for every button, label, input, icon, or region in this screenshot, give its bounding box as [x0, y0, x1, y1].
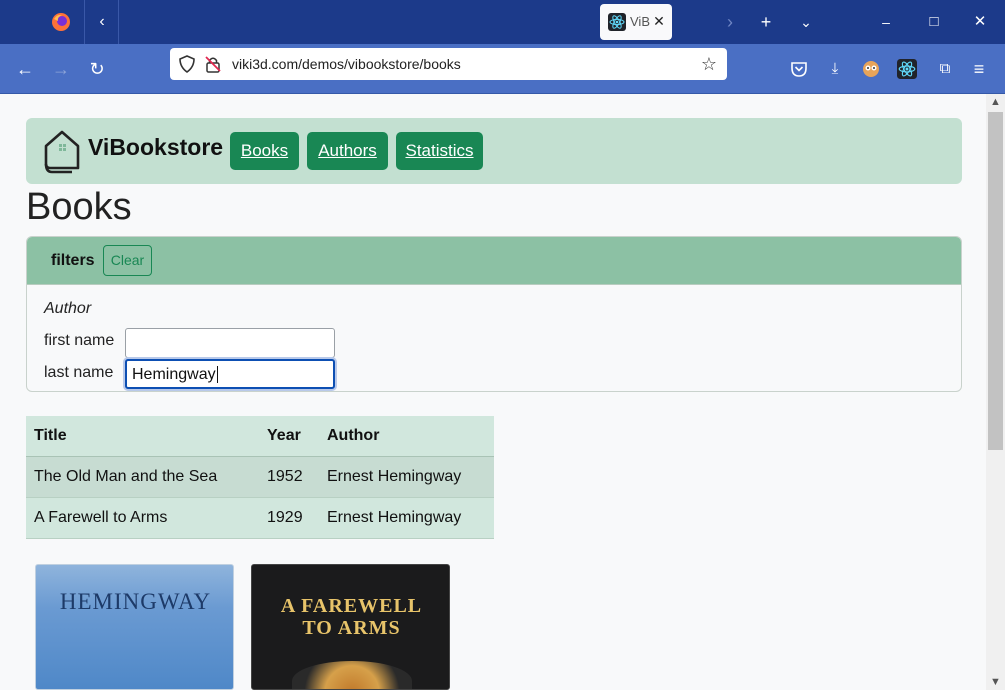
bookstore-logo-icon[interactable]: [42, 128, 82, 174]
react-devtools-icon[interactable]: [894, 56, 920, 82]
column-header-title[interactable]: Title: [26, 416, 259, 457]
last-name-input[interactable]: Hemingway: [125, 359, 335, 389]
react-icon: [608, 13, 626, 31]
cover-title-text: TO ARMS: [302, 617, 401, 639]
scroll-down-arrow-icon[interactable]: ▼: [986, 674, 1005, 690]
book-author-cell: Ernest Hemingway: [319, 497, 494, 539]
column-header-year[interactable]: Year: [259, 416, 319, 457]
arrow-right-icon[interactable]: →: [48, 56, 74, 82]
titlebar-divider: [84, 0, 85, 44]
vertical-scrollbar[interactable]: ▲ ▼: [986, 94, 1005, 690]
book-title-cell: The Old Man and the Sea: [26, 456, 259, 498]
nav-authors-link[interactable]: Authors: [307, 132, 388, 170]
shield-icon[interactable]: [178, 55, 196, 73]
scrollbar-thumb[interactable]: [988, 112, 1003, 450]
book-cover-image[interactable]: HEMINGWAY: [35, 564, 234, 690]
chevron-right-icon[interactable]: ›: [718, 10, 742, 34]
menu-icon[interactable]: ≡: [966, 56, 992, 82]
clear-filters-button[interactable]: Clear: [103, 245, 152, 276]
book-cover-image[interactable]: A FAREWELL TO ARMS: [251, 564, 450, 690]
table-header-row: Title Year Author: [26, 416, 494, 457]
table-row[interactable]: A Farewell to Arms 1929 Ernest Hemingway: [26, 497, 494, 539]
maximize-button[interactable]: □: [922, 10, 946, 34]
browser-navbar: ← → ↻ viki3d.com/demos/vibookstore/books…: [0, 44, 1005, 94]
cover-title-text: A FAREWELL: [280, 595, 423, 617]
nav-statistics-link[interactable]: Statistics: [396, 132, 483, 170]
chevron-down-icon[interactable]: ⌄: [794, 10, 818, 34]
tab-title: ViBo: [630, 14, 650, 29]
reload-icon[interactable]: ↻: [84, 56, 110, 82]
filters-card: filters Clear Author first name last nam…: [26, 236, 962, 392]
cover-artwork: [292, 661, 412, 689]
nav-books-link[interactable]: Books: [230, 132, 299, 170]
titlebar-divider: [118, 0, 119, 44]
close-button[interactable]: ✕: [968, 10, 992, 34]
app-header: ViBookstore Books Authors Statistics: [26, 118, 962, 184]
browser-tab[interactable]: ViBo ✕: [600, 4, 672, 40]
book-title-cell: A Farewell to Arms: [26, 497, 259, 539]
page-content: ViBookstore Books Authors Statistics Boo…: [0, 94, 986, 690]
first-name-label: first name: [44, 332, 115, 349]
chevron-left-icon[interactable]: ‹: [92, 12, 112, 32]
author-group-label: Author: [44, 300, 92, 317]
cover-title-text: HEMINGWAY: [59, 589, 212, 614]
books-table: Title Year Author The Old Man and the Se…: [26, 416, 494, 539]
pocket-icon[interactable]: [786, 56, 812, 82]
filters-title: filters: [51, 252, 95, 269]
arrow-left-icon[interactable]: ←: [12, 56, 38, 82]
star-icon[interactable]: ☆: [699, 54, 719, 74]
page-title: Books: [26, 186, 132, 228]
filters-header: filters Clear: [27, 237, 961, 285]
first-name-input[interactable]: [125, 328, 335, 358]
last-name-label: last name: [44, 364, 114, 381]
url-text[interactable]: viki3d.com/demos/vibookstore/books: [232, 56, 461, 72]
book-year-cell: 1952: [259, 456, 319, 498]
extension-owl-icon[interactable]: [858, 56, 884, 82]
book-author-cell: Ernest Hemingway: [319, 456, 494, 498]
scroll-up-arrow-icon[interactable]: ▲: [986, 94, 1005, 110]
close-icon[interactable]: ✕: [650, 12, 668, 30]
puzzle-icon[interactable]: ⧉: [932, 56, 958, 82]
text-cursor: [216, 366, 218, 383]
last-name-value: Hemingway: [132, 366, 216, 383]
table-row[interactable]: The Old Man and the Sea 1952 Ernest Hemi…: [26, 456, 494, 498]
plus-icon[interactable]: +: [754, 10, 778, 34]
browser-titlebar: ‹ ViBo ✕ › + ⌄ – □ ✕: [0, 0, 1005, 44]
column-header-author[interactable]: Author: [319, 416, 494, 457]
firefox-icon[interactable]: [50, 11, 72, 33]
brand-name[interactable]: ViBookstore: [88, 134, 223, 161]
download-icon[interactable]: ⤓: [822, 56, 848, 82]
book-year-cell: 1929: [259, 497, 319, 539]
lock-insecure-icon[interactable]: [204, 55, 222, 73]
minimize-button[interactable]: –: [874, 10, 898, 34]
url-bar[interactable]: viki3d.com/demos/vibookstore/books ☆: [170, 48, 727, 80]
